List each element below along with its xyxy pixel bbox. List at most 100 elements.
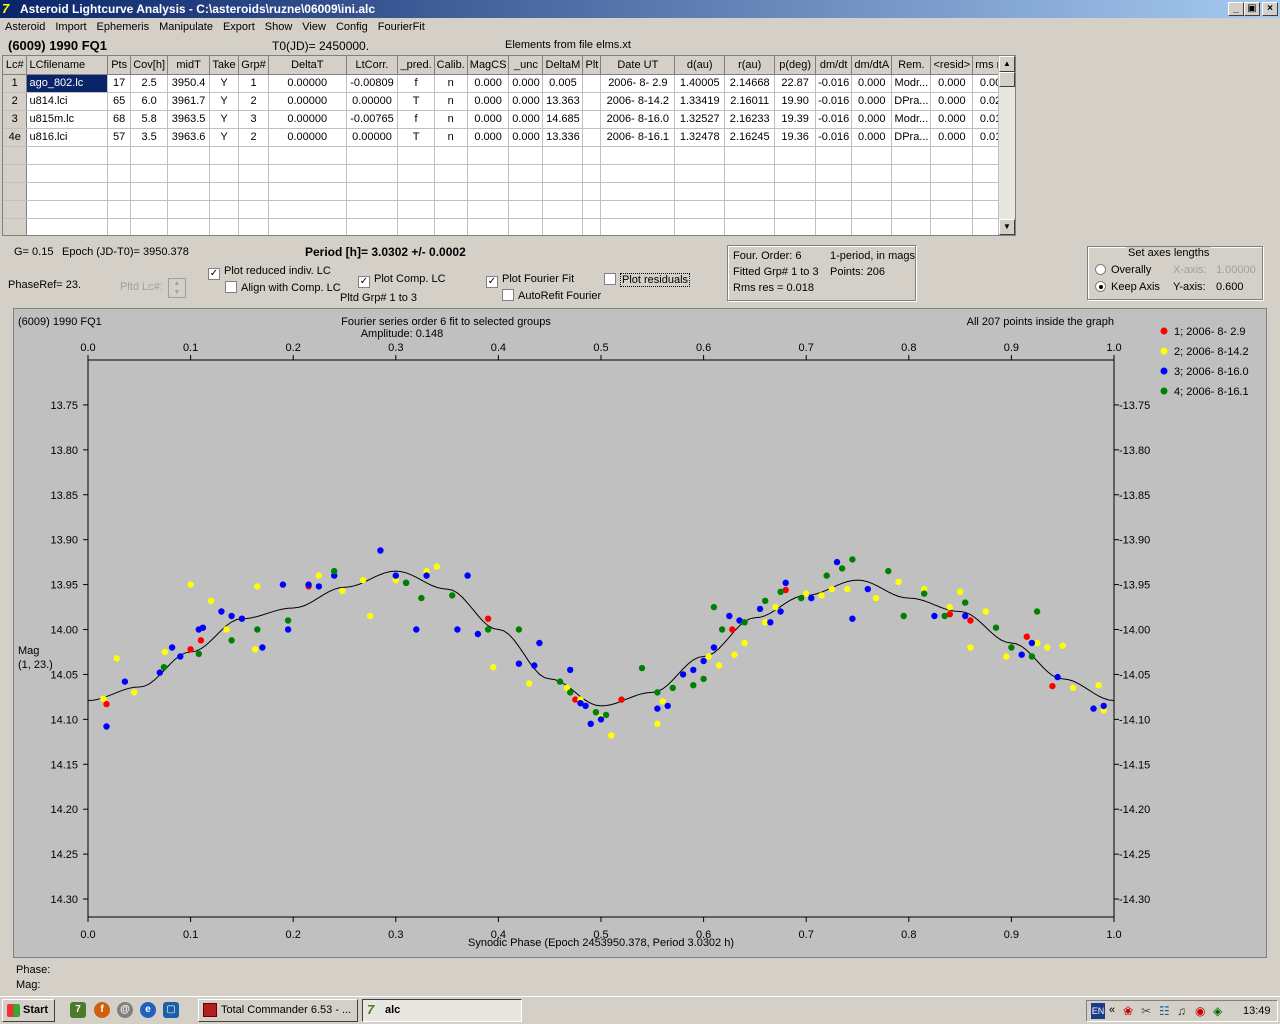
- table-cell[interactable]: n: [434, 110, 468, 129]
- menu-fourierfit[interactable]: FourierFit: [373, 18, 430, 37]
- column-header[interactable]: d(au): [674, 56, 726, 75]
- table-cell[interactable]: n: [434, 92, 468, 111]
- table-cell[interactable]: 0.000: [851, 74, 893, 93]
- column-header[interactable]: LtCorr.: [346, 56, 399, 75]
- column-header[interactable]: <resid>: [930, 56, 974, 75]
- menu-import[interactable]: Import: [50, 18, 91, 37]
- column-header[interactable]: MagCS: [467, 56, 510, 75]
- table-cell[interactable]: 22.87: [774, 74, 817, 93]
- column-header[interactable]: midT: [167, 56, 211, 75]
- table-cell[interactable]: 13.336: [542, 128, 584, 147]
- table-cell[interactable]: 3: [3, 110, 28, 129]
- table-cell[interactable]: DPra...: [891, 128, 932, 147]
- table-cell[interactable]: 0.000: [930, 128, 974, 147]
- table-cell[interactable]: T: [397, 128, 435, 147]
- menu-show[interactable]: Show: [260, 18, 298, 37]
- table-cell[interactable]: 2.5: [130, 74, 169, 93]
- table-cell[interactable]: 1.33419: [674, 92, 726, 111]
- table-cell[interactable]: 19.39: [774, 110, 817, 129]
- table-row[interactable]: 2 u814.lci 65 6.0 3961.7 Y 2 0.00000 0.00000 Tn 0.…: [3, 92, 1015, 111]
- minimize-button[interactable]: _: [1228, 2, 1244, 16]
- scroll-thumb[interactable]: [999, 72, 1015, 87]
- menu-config[interactable]: Config: [331, 18, 373, 37]
- desktop-icon[interactable]: ▢: [163, 1002, 179, 1018]
- table-cell[interactable]: 2006- 8- 2.9: [600, 74, 676, 93]
- table-cell[interactable]: 19.36: [774, 128, 817, 147]
- table-cell[interactable]: 0.00000: [268, 92, 347, 111]
- table-cell[interactable]: 2.16233: [724, 110, 776, 129]
- table-row[interactable]: 3 u815m.lc 68 5.8 3963.5 Y 3 0.00000 -0.00765 f n 0…: [3, 110, 1015, 129]
- column-header[interactable]: p(deg): [774, 56, 817, 75]
- plot-reduced-checkbox[interactable]: Plot reduced indiv. LC: [208, 265, 331, 280]
- table-cell[interactable]: 0.00000: [346, 128, 399, 147]
- table-cell[interactable]: 2006- 8-16.0: [600, 110, 676, 129]
- column-header[interactable]: DeltaM: [542, 56, 584, 75]
- table-cell[interactable]: 0.005: [542, 74, 584, 93]
- menu-export[interactable]: Export: [218, 18, 260, 37]
- column-header[interactable]: Date UT: [600, 56, 676, 75]
- table-cell[interactable]: 3961.7: [167, 92, 211, 111]
- table-cell[interactable]: [582, 110, 602, 129]
- lightcurve-chart[interactable]: (6009) 1990 FQ1 Fourier series order 6 f…: [14, 309, 1266, 957]
- table-row[interactable]: 1 ago_802.lc 17 2.5 3950.4 Y 1 0.00000 -0.00809 f…: [3, 74, 1015, 93]
- plot-comp-checkbox[interactable]: Plot Comp. LC: [358, 273, 446, 288]
- table-cell[interactable]: 19.90: [774, 92, 817, 111]
- table-scrollbar[interactable]: ▲ ▼: [998, 56, 1015, 235]
- table-cell[interactable]: 0.000: [851, 128, 893, 147]
- table-cell[interactable]: -0.00809: [346, 74, 399, 93]
- column-header[interactable]: r(au): [724, 56, 776, 75]
- alc-quicklaunch-icon[interactable]: 7: [70, 1002, 86, 1018]
- table-cell[interactable]: 0.000: [467, 128, 510, 147]
- table-cell[interactable]: 2: [238, 128, 270, 147]
- table-cell[interactable]: 0.000: [508, 110, 544, 129]
- table-cell[interactable]: 0.000: [851, 110, 893, 129]
- table-cell[interactable]: 0.000: [508, 92, 544, 111]
- autorefit-checkbox[interactable]: AutoRefit Fourier: [502, 289, 601, 302]
- column-header[interactable]: LCfilename: [26, 56, 109, 75]
- table-cell[interactable]: 0.00000: [346, 92, 399, 111]
- menu-manipulate[interactable]: Manipulate: [154, 18, 218, 37]
- table-cell[interactable]: n: [434, 128, 468, 147]
- column-header[interactable]: Calib.: [434, 56, 468, 75]
- ie-icon[interactable]: e: [140, 1002, 156, 1018]
- table-cell[interactable]: 1.32478: [674, 128, 726, 147]
- tray-app-icon-2[interactable]: ✂: [1141, 1004, 1155, 1018]
- table-cell[interactable]: 1: [3, 74, 28, 93]
- tray-network-icon[interactable]: ☷: [1159, 1004, 1173, 1018]
- table-cell[interactable]: 0.000: [930, 92, 974, 111]
- scroll-up-icon[interactable]: ▲: [999, 56, 1015, 72]
- table-cell[interactable]: u814.lci: [26, 92, 109, 111]
- table-cell[interactable]: 2: [238, 92, 270, 111]
- table-cell[interactable]: 2.16245: [724, 128, 776, 147]
- tray-app-icon-1[interactable]: ❀: [1123, 1004, 1137, 1018]
- start-button[interactable]: Start: [2, 999, 55, 1022]
- column-header[interactable]: Rem.: [891, 56, 932, 75]
- table-row[interactable]: 4e u816.lci 57 3.5 3963.6 Y 2 0.00000 0.00000 Tn 0…: [3, 128, 1015, 147]
- x-axis-input[interactable]: 1.00000: [1216, 264, 1256, 276]
- table-cell[interactable]: 14.685: [542, 110, 584, 129]
- table-cell[interactable]: [582, 74, 602, 93]
- table-cell[interactable]: 4e: [3, 128, 28, 147]
- column-header[interactable]: Plt: [582, 56, 602, 75]
- table-cell[interactable]: 6.0: [130, 92, 169, 111]
- table-cell[interactable]: 0.000: [930, 74, 974, 93]
- overally-radio[interactable]: Overally: [1095, 264, 1151, 276]
- table-cell[interactable]: 0.000: [508, 128, 544, 147]
- table-cell[interactable]: DPra...: [891, 92, 932, 111]
- app-icon[interactable]: 7: [2, 1, 18, 17]
- table-cell[interactable]: Y: [209, 74, 240, 93]
- table-cell[interactable]: -0.00765: [346, 110, 399, 129]
- table-cell[interactable]: 2.14668: [724, 74, 776, 93]
- tray-volume-icon[interactable]: ♫: [1177, 1004, 1191, 1018]
- table-cell[interactable]: 0.000: [508, 74, 544, 93]
- table-cell[interactable]: 1.40005: [674, 74, 726, 93]
- lightcurve-plot-panel[interactable]: (6009) 1990 FQ1 Fourier series order 6 f…: [13, 308, 1267, 958]
- table-cell[interactable]: Y: [209, 128, 240, 147]
- table-cell[interactable]: ago_802.lc: [26, 74, 109, 93]
- table-cell[interactable]: 68: [107, 110, 132, 129]
- table-cell[interactable]: f: [397, 74, 435, 93]
- menu-view[interactable]: View: [297, 18, 331, 37]
- table-cell[interactable]: 0.000: [467, 74, 510, 93]
- column-header[interactable]: Pts: [107, 56, 132, 75]
- table-cell[interactable]: Modr...: [891, 110, 932, 129]
